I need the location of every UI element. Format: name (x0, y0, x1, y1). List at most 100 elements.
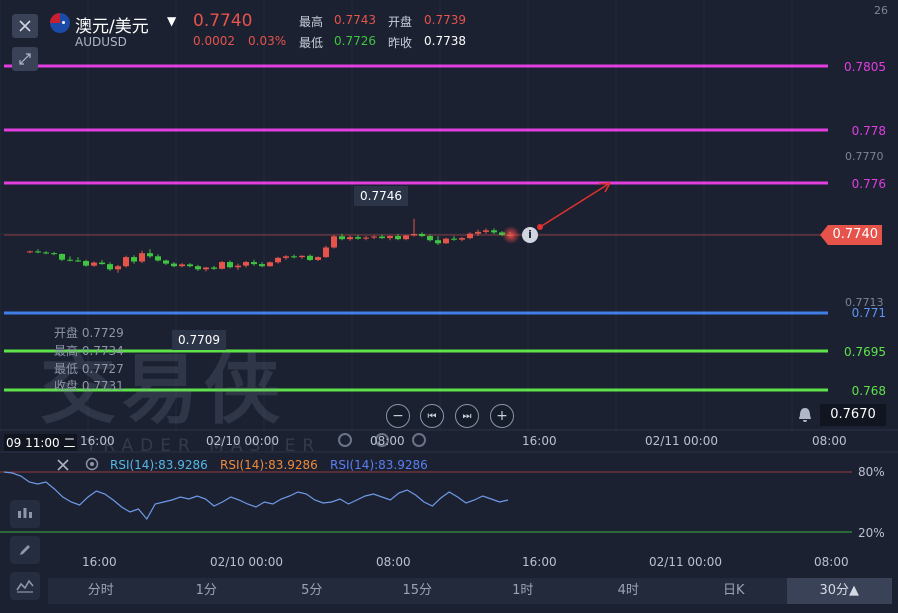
level-tag[interactable]: 0.776 (839, 175, 892, 193)
page-dot[interactable] (338, 433, 352, 447)
ohlc-close: 收盘 0.7731 (54, 379, 124, 393)
open-label: 开盘 (388, 15, 413, 29)
time-tick: 02/10 00:00 (206, 434, 279, 448)
candle-body (227, 262, 233, 268)
candle-body (411, 233, 417, 236)
tab-30m[interactable]: 30分▲ (786, 578, 892, 604)
candle-style-button[interactable] (10, 500, 40, 528)
candle-body (171, 263, 177, 267)
trough-price-label: 0.7709 (172, 330, 226, 350)
rsi-time-tick: 16:00 (522, 555, 557, 569)
low-label: 最低 (299, 36, 324, 50)
candlestick-icon (18, 508, 32, 518)
rsi-time-tick: 08:00 (376, 555, 411, 569)
tab-daily[interactable]: 日K (681, 578, 787, 604)
level-tag[interactable]: 0.778 (839, 122, 892, 140)
candle-body (179, 264, 185, 267)
tab-1m[interactable]: 1分 (154, 578, 260, 604)
skip-forward-icon: ⏭ (462, 410, 472, 422)
main-chart-svg[interactable] (0, 0, 898, 613)
candle-body (259, 264, 265, 267)
time-tick: 16:00 (80, 434, 115, 448)
tab-fenshi[interactable]: 分时 (48, 578, 154, 604)
candle-body (83, 261, 89, 266)
candle-body (107, 264, 113, 270)
page-dot[interactable] (412, 433, 426, 447)
candle-body (339, 236, 345, 240)
shrink-icon (19, 53, 31, 65)
candle-body (427, 236, 433, 241)
tab-5m[interactable]: 5分 (259, 578, 365, 604)
candle-body (379, 236, 385, 239)
shrink-button[interactable] (12, 47, 38, 71)
candle-body (155, 256, 161, 261)
close-button[interactable] (12, 14, 38, 38)
indicator-button[interactable] (10, 572, 40, 600)
rsi-time-tick: 08:00 (814, 555, 849, 569)
draw-tool-button[interactable] (10, 536, 40, 564)
minus-icon: − (392, 408, 404, 424)
line-chart-icon (16, 579, 34, 593)
candle-body (139, 253, 145, 262)
price-change: 0.0002 (193, 34, 235, 48)
candle-body (291, 256, 297, 258)
info-icon[interactable]: i (522, 227, 538, 243)
time-tick: 08:00 (812, 434, 847, 448)
plus-icon: + (496, 408, 508, 424)
candle-body (443, 238, 449, 244)
candle-body (211, 267, 217, 269)
candle-body (363, 237, 369, 239)
symbol-code: AUDUSD (75, 35, 127, 49)
bell-icon[interactable] (796, 406, 816, 426)
candle-body (395, 236, 401, 240)
level-tag[interactable]: 0.768 (839, 382, 892, 400)
prev-close-label: 昨收 (388, 36, 413, 50)
rsi-label-2: RSI(14):83.9286 (220, 458, 318, 472)
ohlc-open: 开盘 0.7729 (54, 326, 124, 340)
candle-body (331, 236, 337, 248)
jump-end-button[interactable]: ⏭ (455, 404, 479, 428)
indicator-settings-icon[interactable] (84, 456, 102, 474)
tab-1h[interactable]: 1时 (470, 578, 576, 604)
pair-title[interactable]: 澳元/美元 (75, 12, 149, 37)
ohlc-high: 最高 0.7734 (54, 344, 124, 358)
time-tick: 16:00 (522, 434, 557, 448)
cursor-time: 09 11:00 二 (4, 434, 78, 451)
candle-body (123, 257, 129, 267)
rsi-layer (0, 471, 852, 533)
high-value: 0.7743 (334, 13, 376, 27)
level-tag[interactable]: 0.7695 (832, 343, 892, 361)
candle-body (219, 262, 225, 269)
rsi-time-tick: 16:00 (82, 555, 117, 569)
candle-body (115, 266, 121, 270)
watermark-en: TRADER MASTER (86, 436, 322, 456)
chevron-down-icon[interactable]: ▼ (167, 14, 176, 28)
candle-body (491, 230, 497, 233)
rsi-level-low: 20% (858, 526, 885, 540)
candle-body (323, 247, 329, 258)
trend-arrow-anchor (537, 224, 543, 230)
candle-body (195, 266, 201, 270)
low-value: 0.7726 (334, 34, 376, 48)
candle-body (51, 253, 57, 255)
close-indicator-icon[interactable] (56, 457, 72, 473)
prev-close-value: 0.7738 (424, 34, 466, 48)
level-tag[interactable]: 0.7805 (832, 58, 892, 76)
tab-15m[interactable]: 15分 (365, 578, 471, 604)
axis-top-corner: 26 (874, 4, 888, 17)
candle-body (315, 257, 321, 260)
jump-start-button[interactable]: ⏮ (420, 404, 444, 428)
bottom-price-tag: 0.7670 (820, 404, 886, 426)
zoom-in-button[interactable]: + (490, 404, 514, 428)
rsi-line (3, 471, 509, 521)
close-icon (19, 20, 31, 32)
candle-body (187, 264, 193, 267)
candle-body (275, 257, 281, 263)
zoom-out-button[interactable]: − (386, 404, 410, 428)
peak-price-label: 0.7746 (354, 186, 408, 206)
candle-body (307, 255, 313, 260)
tab-4h[interactable]: 4时 (576, 578, 682, 604)
candle-body (35, 251, 41, 253)
rsi-label-1: RSI(14):83.9286 (110, 458, 208, 472)
ohlc-low: 最低 0.7727 (54, 362, 124, 376)
